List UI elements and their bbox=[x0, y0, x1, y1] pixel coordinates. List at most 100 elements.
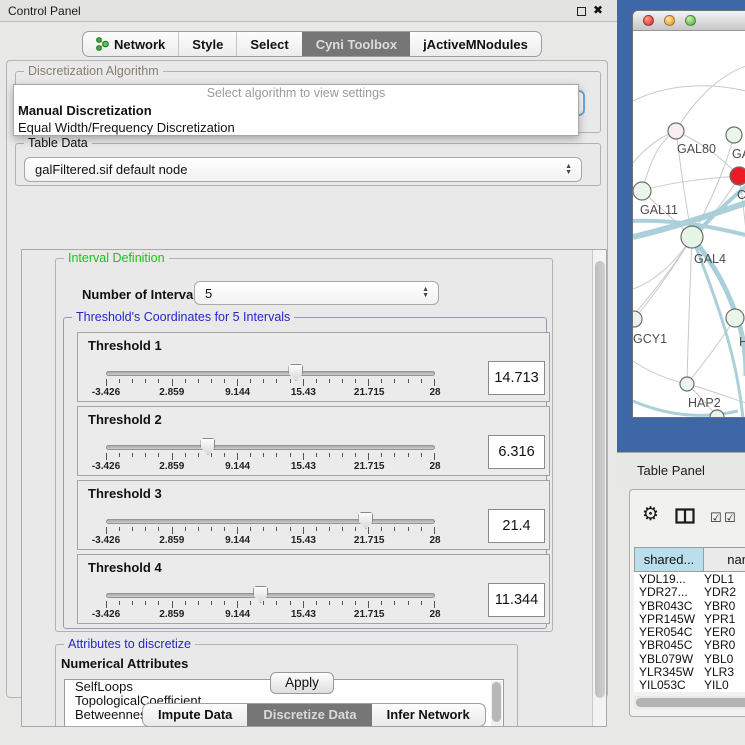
settings-scrollbar[interactable] bbox=[592, 250, 607, 727]
table-row[interactable]: YDL19...YDL1 bbox=[634, 572, 745, 585]
tick-mark bbox=[224, 379, 225, 383]
zoom-traffic-icon[interactable] bbox=[685, 15, 696, 26]
checked-checkbox-icon[interactable]: ☑ bbox=[710, 511, 722, 524]
tick-label: 21.715 bbox=[354, 387, 385, 398]
tick-mark bbox=[211, 601, 212, 605]
table-row[interactable]: YLR345WYLR3 bbox=[634, 665, 745, 678]
slider-track[interactable] bbox=[106, 593, 435, 598]
tick-mark bbox=[172, 527, 173, 534]
node-top-right[interactable] bbox=[726, 127, 742, 143]
network-graph: GAL80 GA GAL11 C GAL4 GCY1 H HAP2 bbox=[633, 31, 745, 418]
gear-icon[interactable]: ⚙ bbox=[642, 505, 659, 524]
tab-network[interactable]: Network bbox=[83, 32, 178, 56]
slider-track[interactable] bbox=[106, 445, 435, 450]
tick-mark bbox=[106, 601, 107, 608]
node-gal11[interactable] bbox=[633, 182, 651, 200]
label-gal4: GAL4 bbox=[694, 252, 726, 266]
tick-mark bbox=[250, 379, 251, 383]
tab-label: jActiveMNodules bbox=[423, 37, 528, 52]
thresholds-group: Threshold's Coordinates for 5 Intervals … bbox=[63, 317, 547, 629]
tab-style[interactable]: Style bbox=[178, 32, 236, 56]
close-traffic-icon[interactable] bbox=[643, 15, 654, 26]
node-gcy1[interactable] bbox=[633, 311, 642, 327]
tick-mark bbox=[263, 379, 264, 383]
checked-checkbox-icon[interactable]: ☑ bbox=[724, 511, 736, 524]
table-panel-window: ⚙ ☑ ☑ shared... name YDL19...YDL1YDR27..… bbox=[629, 489, 745, 717]
node-gal4[interactable] bbox=[681, 226, 703, 248]
stepper-icon: ▲▼ bbox=[422, 287, 429, 299]
tab-label: Select bbox=[250, 37, 288, 52]
tick-mark bbox=[132, 379, 133, 383]
table-row[interactable]: YER054CYER0 bbox=[634, 625, 745, 638]
tab-bar: NetworkStyle Select Cyni Toolbox jActiveMNo… bbox=[82, 31, 542, 57]
slider-track[interactable] bbox=[106, 519, 435, 524]
tick-mark bbox=[355, 379, 356, 383]
attributes-scrollbar-thumb[interactable] bbox=[492, 682, 501, 722]
table-row[interactable]: YPR145WYPR1 bbox=[634, 612, 745, 625]
node-gal80[interactable] bbox=[668, 123, 684, 139]
table-row[interactable]: YIL053CYIL0 bbox=[634, 678, 745, 691]
table-row[interactable]: YBR043CYBR0 bbox=[634, 599, 745, 612]
bottom-tab-impute-data[interactable]: Impute Data bbox=[143, 704, 247, 726]
close-icon[interactable]: ✖ bbox=[593, 3, 603, 17]
threshold-value[interactable]: 6.316 bbox=[488, 435, 545, 469]
apply-button[interactable]: Apply bbox=[270, 672, 334, 694]
cell-name: YLR3 bbox=[700, 665, 734, 678]
slider-ticks bbox=[106, 527, 435, 535]
tick-mark bbox=[250, 601, 251, 605]
table-data-combo[interactable]: galFiltered.sif default node ▲▼ bbox=[24, 157, 582, 182]
threshold-value[interactable]: 11.344 bbox=[488, 583, 545, 617]
label-hap2: HAP2 bbox=[688, 396, 721, 410]
node-right-mid[interactable] bbox=[726, 309, 744, 327]
tick-mark bbox=[303, 453, 304, 460]
tab-jactivemnodules[interactable]: jActiveMNodules bbox=[410, 32, 541, 56]
threshold-value[interactable]: 21.4 bbox=[488, 509, 545, 543]
node-red[interactable] bbox=[730, 167, 745, 185]
attributes-scrollbar[interactable] bbox=[491, 681, 502, 727]
settings-scroll-area: Interval Definition Number of Intervals … bbox=[21, 249, 607, 727]
threshold-value[interactable]: 14.713 bbox=[488, 361, 545, 395]
bottom-tab-discretize-data[interactable]: Discretize Data bbox=[247, 704, 371, 726]
column-header-shared[interactable]: shared... bbox=[634, 547, 704, 572]
network-window-titlebar[interactable] bbox=[633, 11, 745, 31]
table-hscrollbar-thumb[interactable] bbox=[636, 698, 745, 707]
tick-mark bbox=[172, 379, 173, 386]
split-columns-icon[interactable] bbox=[675, 508, 695, 524]
cell-name: YDL1 bbox=[700, 572, 734, 585]
tick-mark bbox=[408, 453, 409, 457]
threshold-box-2: Threshold 2-3.4262.8599.14415.4321.71528… bbox=[77, 406, 550, 476]
dropdown-option-manual-discretization[interactable]: Manual Discretization bbox=[14, 102, 578, 119]
tick-label: 2.859 bbox=[159, 609, 184, 620]
slider-track[interactable] bbox=[106, 371, 435, 376]
table-row[interactable]: YBL079WYBL0 bbox=[634, 652, 745, 665]
tab-select[interactable]: Select bbox=[236, 32, 301, 56]
table-hscrollbar[interactable] bbox=[634, 696, 745, 709]
minimize-traffic-icon[interactable] bbox=[664, 15, 675, 26]
tick-mark bbox=[119, 453, 120, 457]
dropdown-option-equal-width-frequency-discretization[interactable]: Equal Width/Frequency Discretization bbox=[14, 119, 578, 136]
tab-label: Cyni Toolbox bbox=[316, 37, 397, 52]
number-of-intervals-combo[interactable]: 5 ▲▼ bbox=[194, 281, 439, 305]
table-row[interactable]: YDR27...YDR2 bbox=[634, 585, 745, 598]
tick-mark bbox=[211, 527, 212, 531]
tick-label: 15.43 bbox=[291, 387, 316, 398]
cell-shared-name: YLR345W bbox=[634, 665, 700, 678]
network-labels: GAL80 GA GAL11 C GAL4 GCY1 H HAP2 bbox=[633, 142, 745, 410]
bottom-tab-infer-network[interactable]: Infer Network bbox=[372, 704, 485, 726]
node-hap2[interactable] bbox=[680, 377, 694, 391]
tab-cyni-toolbox[interactable]: Cyni Toolbox bbox=[302, 32, 410, 56]
tick-label: -3.426 bbox=[92, 609, 120, 620]
tick-label: 21.715 bbox=[354, 461, 385, 472]
tick-label: 28 bbox=[429, 387, 440, 398]
column-header-name[interactable]: name bbox=[704, 547, 745, 572]
tick-mark bbox=[394, 527, 395, 531]
network-canvas[interactable]: GAL80 GA GAL11 C GAL4 GCY1 H HAP2 bbox=[633, 31, 745, 418]
cell-name: YBR0 bbox=[700, 599, 735, 612]
settings-scrollbar-thumb[interactable] bbox=[595, 261, 605, 698]
float-window-icon[interactable] bbox=[577, 7, 586, 16]
table-data-group: Table Data galFiltered.sif default node … bbox=[15, 143, 601, 186]
table-row[interactable]: YBR045CYBR0 bbox=[634, 638, 745, 651]
tick-mark bbox=[237, 601, 238, 608]
tick-label: 28 bbox=[429, 609, 440, 620]
node-bottom[interactable] bbox=[710, 410, 724, 418]
